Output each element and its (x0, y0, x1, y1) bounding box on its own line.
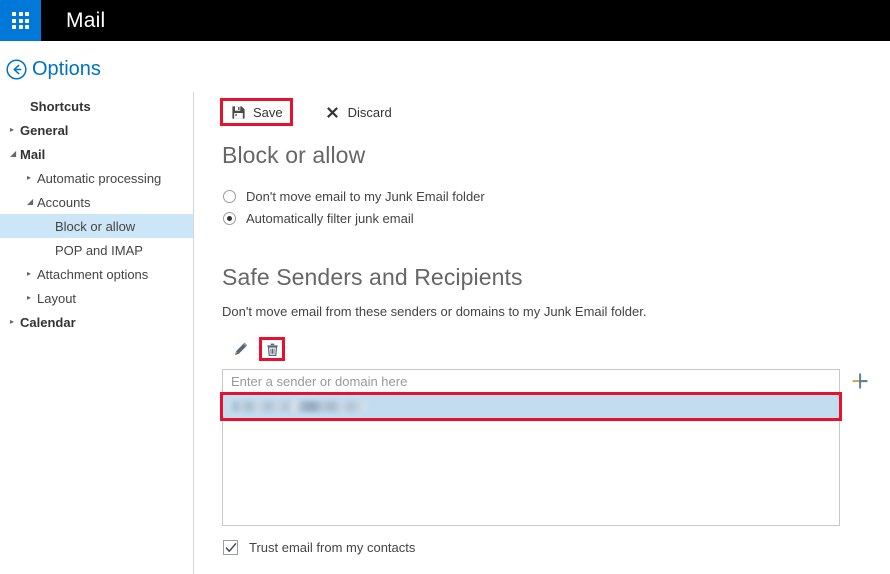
sidebar-item-accounts[interactable]: ◢ Accounts (0, 190, 193, 214)
safe-senders-description: Don't move email from these senders or d… (222, 304, 646, 319)
radio-auto-filter-junk[interactable]: Automatically filter junk email (223, 211, 414, 226)
discard-label: Discard (348, 105, 392, 120)
checkmark-icon (225, 542, 237, 554)
radio-dont-move-junk[interactable]: Don't move email to my Junk Email folder (223, 189, 485, 204)
waffle-grid-icon (12, 12, 29, 29)
trash-delete-icon (265, 342, 280, 357)
sidebar-item-calendar[interactable]: ▸ Calendar (0, 310, 193, 334)
sidebar-item-general[interactable]: ▸ General (0, 118, 193, 142)
radio-label: Automatically filter junk email (246, 211, 414, 226)
sidebar-item-label: Block or allow (55, 219, 135, 234)
sidebar-item-automatic-processing[interactable]: ▸ Automatic processing (0, 166, 193, 190)
sidebar-item-label: Layout (37, 291, 76, 306)
trust-contacts-checkbox[interactable] (223, 540, 238, 555)
trust-contacts-label: Trust email from my contacts (249, 540, 415, 555)
sidebar-item-label: Automatic processing (37, 171, 161, 186)
settings-sidebar: Shortcuts ▸ General ◢ Mail ▸ Automatic p… (0, 92, 194, 574)
radio-indicator (223, 190, 236, 203)
trust-contacts-checkbox-row[interactable]: Trust email from my contacts (223, 540, 415, 555)
close-x-icon (325, 104, 341, 120)
chevron-down-icon: ◢ (27, 198, 37, 206)
settings-content-pane: Save Discard Block or allow Don't move e… (195, 92, 890, 574)
delete-sender-button[interactable] (259, 337, 285, 361)
app-title: Mail (66, 0, 105, 41)
sidebar-item-mail[interactable]: ◢ Mail (0, 142, 193, 166)
chevron-right-icon: ▸ (10, 318, 20, 326)
sidebar-item-label: POP and IMAP (55, 243, 143, 258)
block-or-allow-heading: Block or allow (222, 142, 365, 169)
sidebar-item-label: Accounts (37, 195, 90, 210)
floppy-disk-save-icon (230, 104, 246, 120)
radio-label: Don't move email to my Junk Email folder (246, 189, 485, 204)
safe-senders-listbox[interactable] (222, 394, 840, 526)
safe-senders-heading: Safe Senders and Recipients (222, 264, 523, 291)
discard-button[interactable]: Discard (315, 98, 402, 126)
settings-toolbar: Save Discard (220, 98, 402, 126)
options-label: Options (32, 58, 101, 80)
add-sender-button[interactable] (847, 368, 873, 394)
sidebar-item-block-or-allow[interactable]: Block or allow (0, 214, 193, 238)
app-launcher-button[interactable] (0, 0, 41, 41)
pencil-edit-icon (233, 341, 249, 357)
chevron-right-icon: ▸ (27, 270, 37, 278)
plus-add-icon (850, 371, 870, 391)
radio-indicator (223, 212, 236, 225)
sidebar-item-label: Mail (20, 147, 45, 162)
sidebar-item-shortcuts[interactable]: Shortcuts (0, 94, 193, 118)
sidebar-item-pop-and-imap[interactable]: POP and IMAP (0, 238, 193, 262)
sidebar-item-label: Shortcuts (30, 99, 91, 114)
sidebar-item-layout[interactable]: ▸ Layout (0, 286, 193, 310)
sidebar-item-label: Attachment options (37, 267, 148, 282)
chevron-right-icon: ▸ (27, 294, 37, 302)
circle-back-arrow-icon (6, 59, 27, 80)
options-back-link[interactable]: Options (6, 58, 101, 80)
save-button[interactable]: Save (220, 98, 293, 126)
chevron-down-icon: ◢ (10, 150, 20, 158)
chevron-right-icon: ▸ (10, 126, 20, 134)
chevron-right-icon: ▸ (27, 174, 37, 182)
list-action-icons (228, 337, 285, 361)
sidebar-item-label: General (20, 123, 68, 138)
save-label: Save (253, 105, 283, 120)
sidebar-item-label: Calendar (20, 315, 76, 330)
edit-sender-button[interactable] (228, 337, 254, 361)
sender-or-domain-input[interactable] (222, 369, 840, 394)
sidebar-item-attachment-options[interactable]: ▸ Attachment options (0, 262, 193, 286)
top-app-bar: Mail (0, 0, 890, 41)
list-item[interactable] (223, 394, 839, 418)
redacted-sender-address (233, 401, 367, 412)
